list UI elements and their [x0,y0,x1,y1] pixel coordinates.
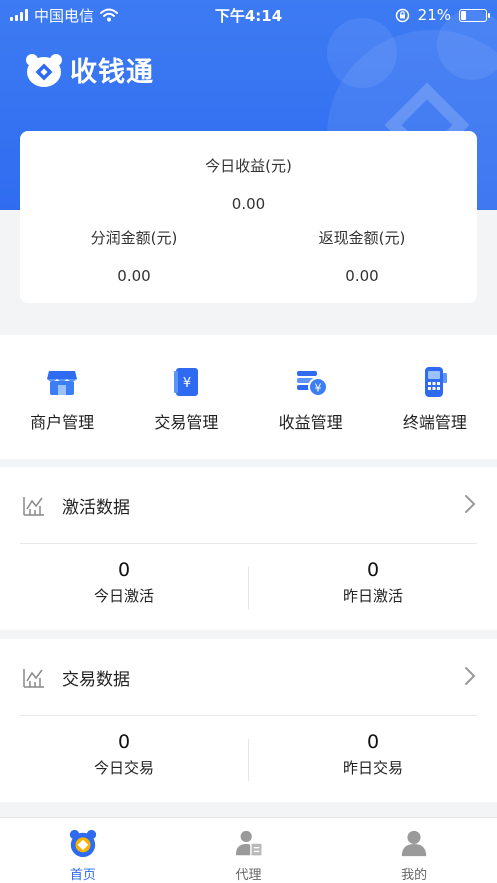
status-bar: 中国电信 下午4:14 21% [0,0,497,30]
tab-label: 我的 [401,868,428,883]
battery-icon [459,8,490,22]
menu-item-label: 收益管理 [278,413,343,432]
function-menu: 商户管理 ¥ 交易管理 ¥ 收益管理 终端管理 [0,335,497,459]
today-earnings-value: 0.00 [231,195,266,213]
user-icon [401,830,427,857]
chart-trend-icon [23,497,44,516]
merchant-management-button[interactable]: 商户管理 [0,335,124,459]
transaction-data-header[interactable]: 交易数据 [0,639,497,715]
chevron-right-icon[interactable] [463,665,477,687]
today-transaction-stat: 0 今日交易 [0,731,248,778]
activation-data-title: 激活数据 [62,498,130,518]
today-earnings-label: 今日收益(元) [205,157,292,175]
menu-item-label: 交易管理 [154,413,219,432]
cashback-amount-label: 返现金额(元) [318,229,406,247]
yesterday-activation-stat: 0 昨日激活 [249,559,497,606]
svg-text:¥: ¥ [314,382,321,395]
yesterday-activation-label: 昨日激活 [342,587,403,605]
share-amount-label: 分润金额(元) [90,229,178,247]
menu-item-label: 商户管理 [30,413,95,432]
earnings-management-button[interactable]: ¥ 收益管理 [249,335,373,459]
yuan-document-icon: ¥ [174,368,199,396]
rotation-lock-icon [395,8,409,22]
yesterday-transaction-value: 0 [366,731,380,753]
tab-bar: 首页 代理 我的 [0,817,497,883]
transaction-data-panel: 交易数据 0 今日交易 0 昨日交易 [0,639,497,802]
pos-terminal-icon [424,367,447,397]
today-activation-value: 0 [117,559,131,581]
tab-home[interactable]: 首页 [0,818,166,883]
chart-trend-icon [23,669,44,688]
tab-label: 首页 [69,868,96,883]
chevron-right-icon[interactable] [463,493,477,515]
terminal-management-button[interactable]: 终端管理 [373,335,497,459]
today-transaction-value: 0 [117,731,131,753]
svg-text:¥: ¥ [183,376,191,391]
bear-logo-icon [26,53,62,87]
today-transaction-label: 今日交易 [93,759,154,777]
yesterday-transaction-stat: 0 昨日交易 [249,731,497,778]
app-title: 收钱通 [70,57,154,88]
activation-data-header[interactable]: 激活数据 [0,467,497,543]
menu-item-label: 终端管理 [402,413,467,432]
coins-stack-icon: ¥ [296,371,328,397]
store-icon [47,371,78,395]
tab-agent[interactable]: 代理 [166,818,332,883]
transaction-management-button[interactable]: ¥ 交易管理 [124,335,248,459]
yesterday-activation-value: 0 [366,559,380,581]
activation-data-panel: 激活数据 0 今日激活 0 昨日激活 [0,467,497,630]
cashback-amount-value: 0.00 [345,267,379,285]
today-activation-stat: 0 今日激活 [0,559,248,606]
tab-label: 代理 [235,868,262,883]
tab-mine[interactable]: 我的 [331,818,497,883]
earnings-card: 今日收益(元) 0.00 分润金额(元) 返现金额(元) 0.00 0.00 [20,131,477,303]
brand: 收钱通 [24,50,154,89]
battery-percent: 21% [417,6,451,24]
transaction-data-title: 交易数据 [62,670,130,690]
home-bear-icon [69,829,96,858]
today-activation-label: 今日激活 [93,587,154,605]
yesterday-transaction-label: 昨日交易 [342,759,403,777]
share-amount-value: 0.00 [117,267,151,285]
agent-icon [235,830,263,857]
